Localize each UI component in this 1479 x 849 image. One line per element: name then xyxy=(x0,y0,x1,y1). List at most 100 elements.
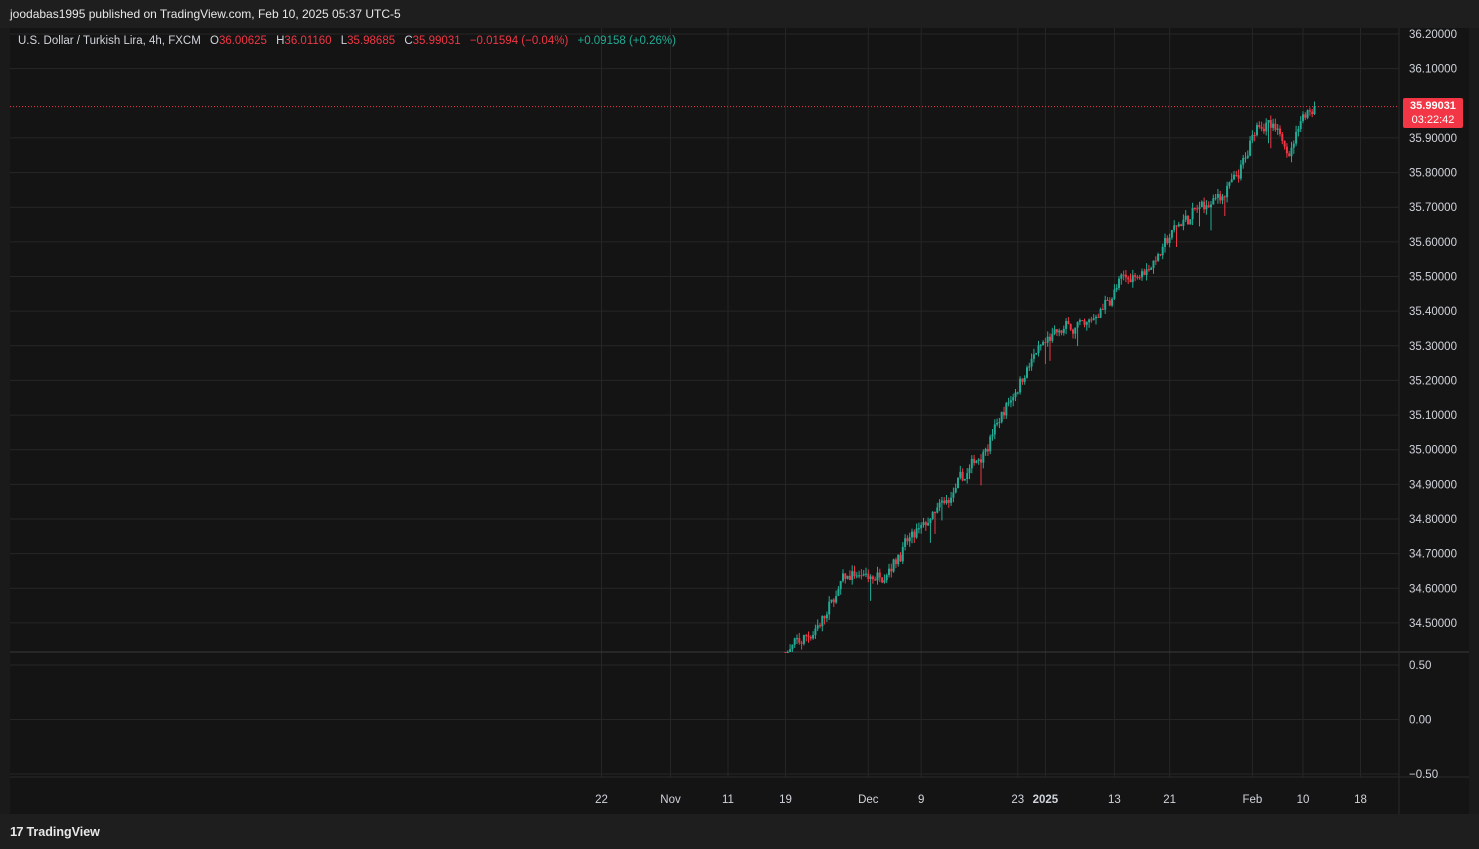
candle-body xyxy=(798,638,801,643)
candle-body xyxy=(786,652,789,653)
candle-body xyxy=(1210,204,1212,208)
candle-body xyxy=(848,575,851,580)
candle-body xyxy=(1168,237,1171,244)
candle-body xyxy=(846,575,849,579)
candle-body xyxy=(1000,411,1003,423)
candle-body xyxy=(1143,271,1146,275)
candle-body xyxy=(982,451,985,463)
candle-body xyxy=(1233,174,1235,180)
candle-body xyxy=(1175,225,1178,227)
price-axis-label: 35.80000 xyxy=(1409,168,1457,180)
candle-body xyxy=(991,434,994,437)
candle-body xyxy=(1313,106,1316,115)
candle-body xyxy=(793,638,796,645)
candle-body xyxy=(1292,143,1295,148)
candle-body xyxy=(851,571,854,580)
price-axis-label: 35.40000 xyxy=(1409,306,1457,318)
candle-body xyxy=(1060,330,1063,333)
candle-body xyxy=(1256,125,1258,136)
candle-body xyxy=(1173,225,1176,230)
candle-body xyxy=(936,507,939,513)
candle-body xyxy=(853,571,856,577)
candle-body xyxy=(1069,324,1072,330)
candle-body xyxy=(892,559,895,572)
candle-body xyxy=(784,652,787,653)
candle-body xyxy=(901,546,904,562)
candle-body xyxy=(867,573,870,579)
price-axis-label: 34.80000 xyxy=(1409,514,1457,526)
candle-body xyxy=(1104,299,1107,310)
candle-body xyxy=(1285,146,1288,154)
candlestick-chart[interactable]: 36.20000 36.10000 35.90000 35.80000 35.70000… xyxy=(0,0,1479,814)
chart-background xyxy=(10,28,1399,814)
candle-body xyxy=(963,479,966,481)
candle-body xyxy=(906,538,909,542)
candle-body xyxy=(1113,289,1116,299)
candle-body xyxy=(1166,238,1169,244)
time-axis-label: 21 xyxy=(1163,794,1176,806)
candle-body xyxy=(805,635,808,637)
candle-body xyxy=(830,599,833,602)
candle-body xyxy=(825,614,828,619)
price-axis-label: 36.20000 xyxy=(1409,29,1457,41)
candle-body xyxy=(835,596,838,603)
candle-body xyxy=(844,573,847,579)
candle-body xyxy=(1028,366,1031,368)
candle-body xyxy=(989,436,992,452)
candle-body xyxy=(970,458,973,469)
candle-body xyxy=(862,574,865,576)
candle-body xyxy=(927,523,930,526)
candle-body xyxy=(860,575,863,577)
candle-body xyxy=(1274,123,1277,130)
low-value: 35.98685 xyxy=(347,35,396,47)
candle-body xyxy=(920,524,923,529)
candle-body xyxy=(1044,342,1047,344)
time-axis-label: 13 xyxy=(1108,794,1121,806)
candle-body xyxy=(802,635,805,644)
candle-body xyxy=(1083,320,1086,325)
candle-body xyxy=(883,580,886,583)
price-axis-label: 35.50000 xyxy=(1409,272,1457,284)
candle-body xyxy=(1030,358,1033,367)
candle-body xyxy=(1065,321,1068,329)
extra-change-value: +0.09158 (+0.26%) xyxy=(577,35,676,47)
candle-body xyxy=(1003,411,1005,416)
candle-body xyxy=(1051,333,1054,341)
candle-body xyxy=(878,572,881,578)
candle-body xyxy=(1267,120,1270,123)
time-axis-label: Dec xyxy=(858,794,879,806)
candle-body xyxy=(1097,316,1100,318)
candle-body xyxy=(1187,215,1189,225)
candle-body xyxy=(1120,274,1123,279)
candle-body xyxy=(904,538,907,547)
candle-body xyxy=(796,638,798,640)
candle-body xyxy=(1276,128,1279,130)
candle-body xyxy=(897,554,900,565)
candle-body xyxy=(1081,320,1084,322)
candle-body xyxy=(1242,158,1245,165)
candle-body xyxy=(888,568,890,576)
candle-body xyxy=(855,575,858,577)
candle-body xyxy=(1053,329,1056,334)
candle-body xyxy=(1198,207,1201,209)
candle-body xyxy=(1246,155,1249,158)
price-axis-label: 34.50000 xyxy=(1409,618,1457,630)
close-value: 35.99031 xyxy=(412,35,461,47)
candle-body xyxy=(1214,197,1217,199)
candle-body xyxy=(1076,321,1079,328)
tradingview-logo[interactable]: 17 TradingView xyxy=(10,824,100,839)
candle-body xyxy=(952,492,955,498)
candle-body xyxy=(1141,271,1143,278)
candle-body xyxy=(1124,274,1127,278)
candle-body xyxy=(1058,330,1061,333)
candle-body xyxy=(1193,207,1196,209)
candle-body xyxy=(1164,238,1166,247)
candle-body xyxy=(1145,269,1148,275)
symbol-title[interactable]: U.S. Dollar / Turkish Lira, 4h, FXCM xyxy=(18,35,201,47)
candle-body xyxy=(1244,157,1247,159)
time-axis-label: 9 xyxy=(918,794,924,806)
candle-body xyxy=(950,497,953,503)
candle-body xyxy=(1085,322,1088,325)
candle-body xyxy=(1223,196,1226,198)
candle-body xyxy=(894,559,897,565)
